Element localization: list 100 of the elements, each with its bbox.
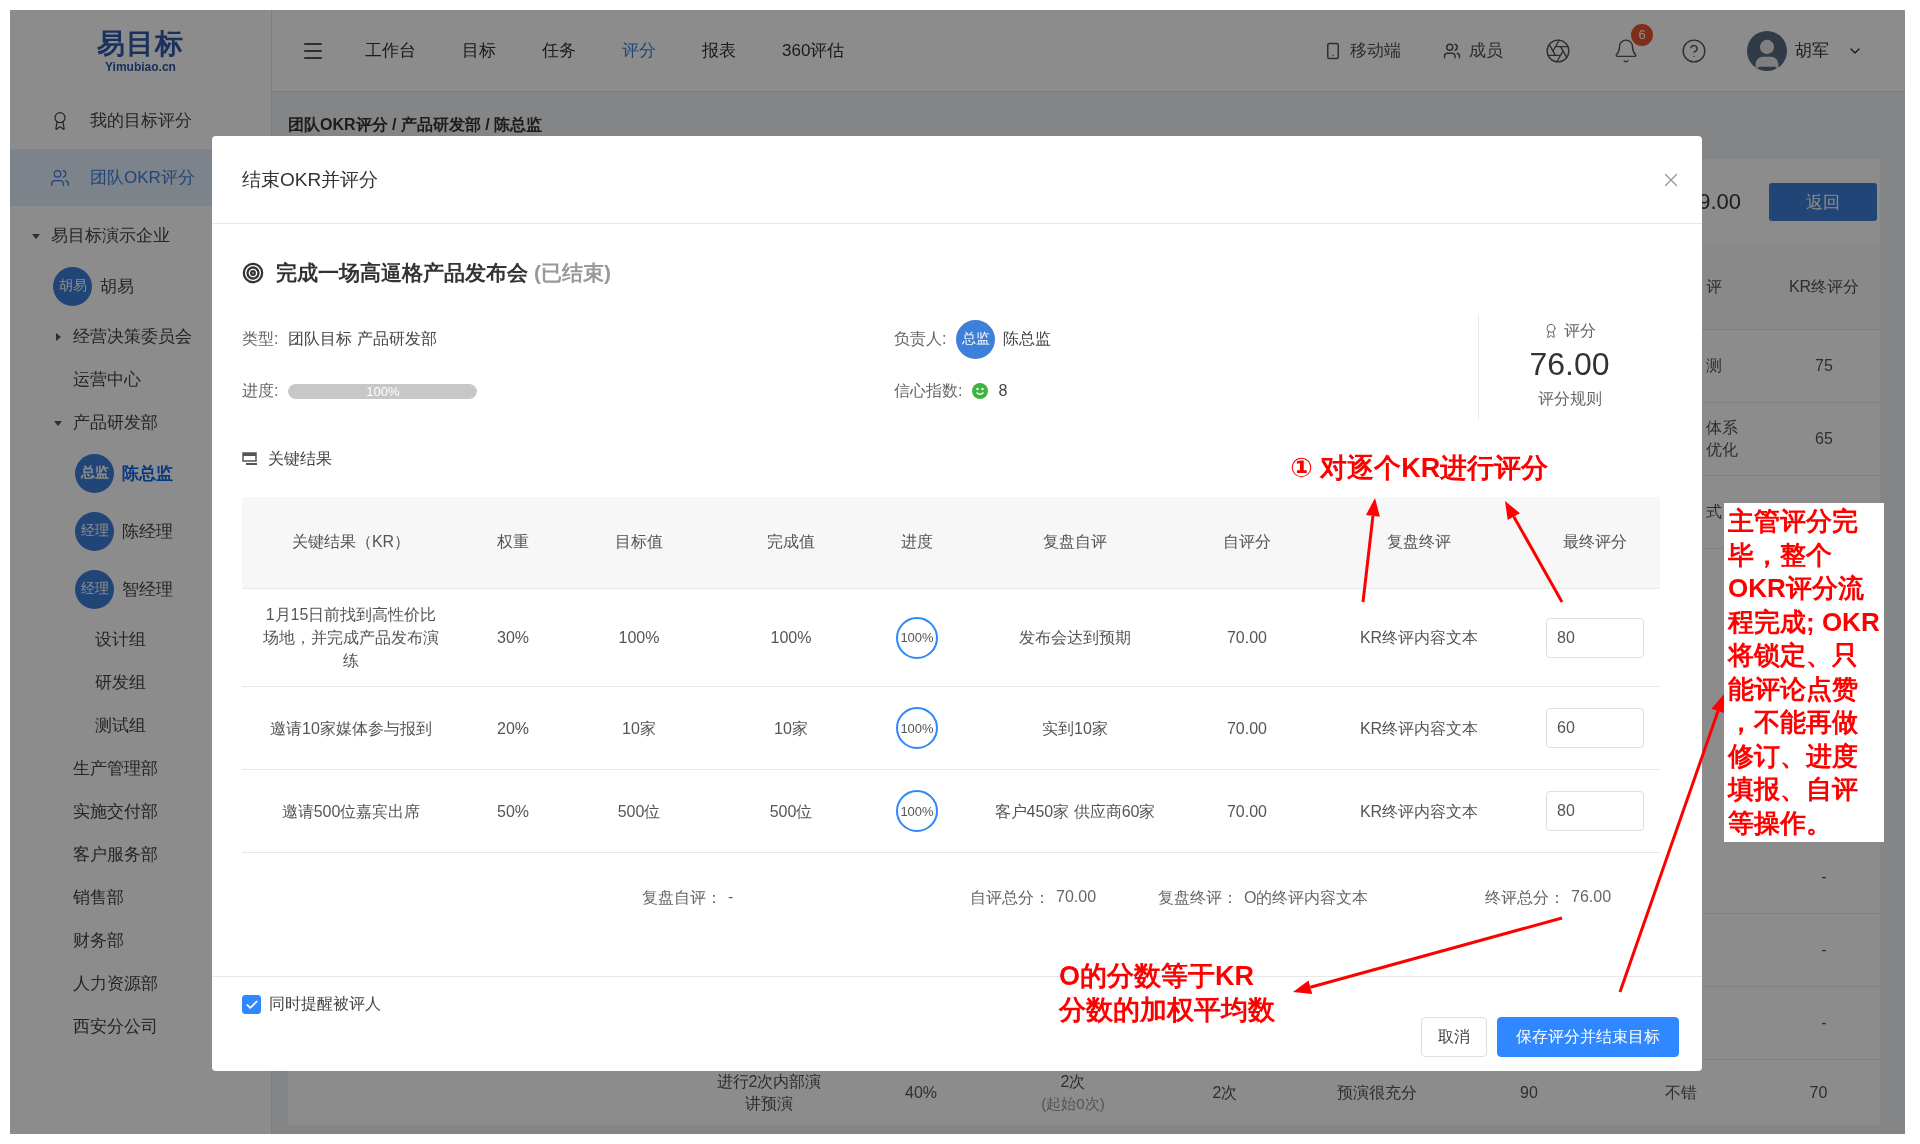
table-cell-text: 式	[1706, 502, 1722, 522]
help-icon	[1681, 37, 1707, 64]
objective-title: 完成一场高逼格产品发布会	[276, 260, 528, 286]
table-cell-text: 不错	[1664, 1082, 1698, 1103]
bell-icon	[1613, 37, 1639, 64]
table-cell-text: 邀请500位嘉宾出席	[281, 801, 421, 822]
table-cell-text: 75	[1814, 357, 1834, 375]
avatar: 总监	[956, 319, 996, 359]
cancel-button[interactable]: 取消	[1421, 1017, 1487, 1057]
aperture-button[interactable]	[1545, 37, 1571, 64]
score-input[interactable]: 60	[1546, 708, 1644, 748]
logo-name: 易目标	[97, 28, 184, 60]
checkbox[interactable]	[242, 995, 261, 1014]
aperture-icon	[1545, 37, 1571, 64]
table-cell-text: 100%	[770, 628, 812, 648]
column-header: 自评分	[1222, 532, 1272, 552]
table-cell-text: 10家	[622, 718, 656, 739]
back-button[interactable]: 返回	[1769, 183, 1877, 221]
table-cell-text: 进行2次内部演讲预演	[716, 1071, 822, 1114]
table-cell-text: 90	[1519, 1082, 1539, 1103]
progress-percent: 100%	[899, 802, 935, 821]
save-button[interactable]: 保存评分并结束目标	[1497, 1017, 1679, 1057]
table-cell-text: 70	[1808, 1082, 1829, 1103]
target-icon	[242, 262, 264, 284]
users-icon	[1443, 41, 1461, 60]
tree-item[interactable]: 产品研发部	[10, 401, 271, 444]
annotation-note: 主管评分完 毕，整个 OKR评分流 程完成; OKR 将锁定、只 能评论点赞 ，不能再做 修订、进度 填报、自评 等操作。	[1724, 503, 1884, 842]
notification-button[interactable]	[1613, 37, 1639, 64]
table-cell-text: 邀请10家媒体参与报到	[270, 718, 432, 739]
summary-value: -	[728, 888, 734, 907]
table-cell-text: 1月15日前找到高性价比场地，并完成产品发布演练	[262, 605, 440, 671]
summary-label: 自评总分：	[970, 888, 1050, 908]
table-cell-text: -	[1820, 941, 1828, 959]
remind-checkbox[interactable]: 同时提醒被评人	[242, 994, 381, 1015]
avatar: 总监	[75, 453, 114, 493]
nav-link[interactable]: 报表	[702, 39, 736, 62]
summary-label: 复盘自评：	[642, 888, 722, 908]
table-cell-text: 2次	[1211, 1082, 1239, 1103]
field-label: 类型:	[242, 328, 279, 349]
table-cell-text: -	[1820, 1014, 1828, 1032]
field-label: 负责人:	[894, 328, 947, 349]
score-label: 评分	[1564, 320, 1596, 341]
table-cell-text: -	[1820, 868, 1828, 886]
tree-item[interactable]: 胡易 胡易	[10, 257, 271, 315]
score-value: 76.00	[1529, 345, 1610, 384]
progress-percent: 100%	[899, 629, 935, 647]
score-input[interactable]: 80	[1546, 617, 1644, 658]
score-input[interactable]: 80	[1546, 791, 1644, 831]
table-cell-text: 65	[1814, 430, 1834, 448]
section-icon	[242, 452, 258, 466]
nav-link[interactable]: 任务	[542, 39, 576, 62]
user-menu[interactable]: 胡军	[1795, 39, 1863, 62]
phone-icon	[1324, 41, 1342, 60]
tree-item[interactable]: 经理 陈经理	[10, 502, 271, 560]
table-cell-text: 体系优化	[1706, 418, 1739, 460]
menu-item[interactable]: 我的目标评分	[10, 92, 271, 149]
table-cell-text: 实到10家	[1042, 718, 1108, 739]
smiley-icon	[972, 383, 989, 399]
table-cell-text: 70.00	[1226, 801, 1267, 822]
column-header: 完成值	[766, 532, 816, 552]
column-header: 最终评分	[1562, 532, 1628, 552]
annotation-text: O的分数等于KR 分数的加权平均数	[1059, 960, 1275, 1027]
nav-link[interactable]: 工作台	[365, 39, 416, 62]
column-header: 复盘自评	[1042, 532, 1108, 552]
table-cell-text: 500位	[617, 801, 661, 822]
table-cell-text: 50%	[497, 801, 529, 822]
table-cell-text: 预演很充分	[1336, 1082, 1418, 1103]
medal-icon	[1543, 323, 1559, 339]
column-header: 目标值	[614, 532, 664, 552]
help-button[interactable]	[1681, 37, 1707, 64]
table-cell-text: 30%	[497, 628, 529, 648]
avatar: 胡易	[53, 266, 92, 306]
summary-label: 复盘终评：	[1158, 888, 1238, 908]
progress-label: 100%	[365, 383, 401, 399]
mobile-link[interactable]: 移动端	[1324, 39, 1401, 62]
avatar: 经理	[75, 511, 114, 551]
table-cell-text: 发布会达到预期	[1019, 628, 1131, 648]
field-label: 进度:	[242, 380, 279, 401]
table-cell-text: 70.00	[1226, 628, 1267, 648]
table-cell-text: KR终评内容文本	[1359, 628, 1479, 648]
nav-link[interactable]: 评分	[622, 39, 656, 62]
nav-link[interactable]: 360评估	[782, 39, 845, 62]
users-icon	[50, 167, 70, 188]
caret-icon[interactable]	[53, 331, 63, 342]
logo-domain: Yimubiao.cn	[105, 60, 176, 74]
tree-item[interactable]: 易目标演示企业	[10, 214, 271, 257]
summary-label: 终评总分：	[1485, 888, 1565, 908]
nav-link[interactable]: 目标	[462, 39, 496, 62]
score-rule-link[interactable]: 评分规则	[1537, 386, 1602, 412]
annotation-text: ① 对逐个KR进行评分	[1290, 452, 1549, 485]
summary-value: O的终评内容文本	[1244, 888, 1369, 908]
summary-value: 76.00	[1571, 888, 1612, 907]
table-cell-text: 客户450家 供应商60家	[994, 801, 1156, 822]
members-link[interactable]: 成员	[1443, 39, 1503, 62]
field-label: 信心指数:	[894, 380, 963, 401]
column-header: 关键结果（KR）	[290, 532, 412, 552]
field-value: 团队目标 产品研发部	[288, 328, 437, 349]
table-cell-text: 100%	[618, 628, 660, 648]
table-cell-text: 20%	[497, 718, 529, 739]
user-avatar[interactable]	[1747, 30, 1787, 71]
